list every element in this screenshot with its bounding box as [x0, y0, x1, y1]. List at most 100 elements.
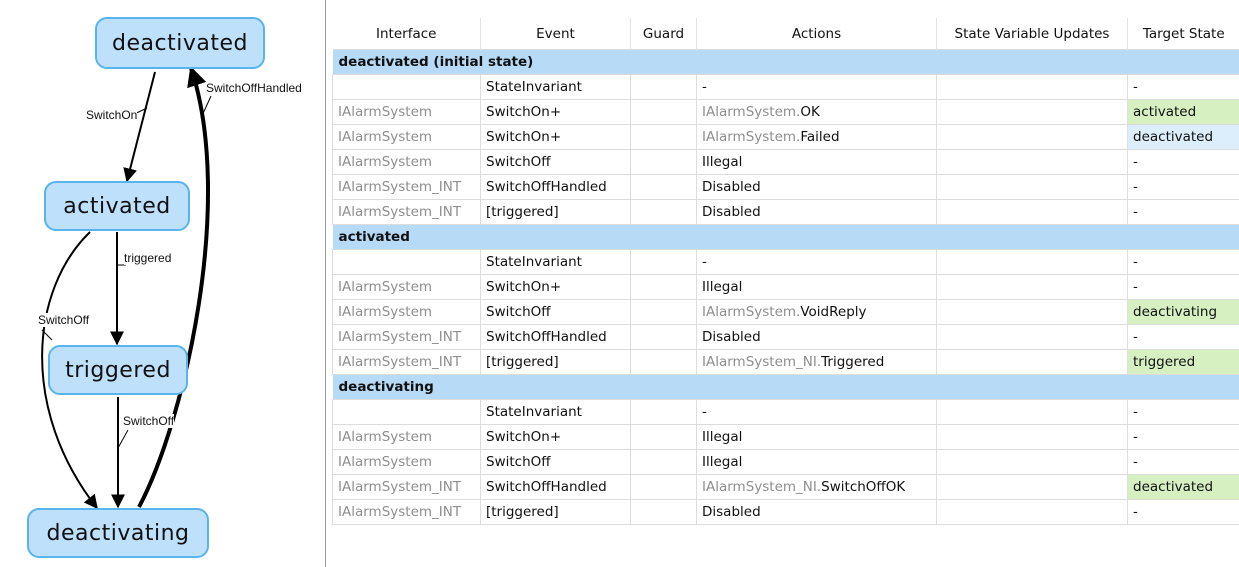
column-header-actions[interactable]: Actions [696, 18, 937, 50]
cell-actions[interactable]: - [696, 74, 937, 100]
cell-guard[interactable] [630, 99, 697, 125]
cell-state-variable-updates[interactable] [936, 324, 1128, 350]
cell-guard[interactable] [630, 249, 697, 275]
cell-state-variable-updates[interactable] [936, 249, 1128, 275]
table-row[interactable]: IAlarmSystem_INT SwitchOffHandled IAlarmSy… [332, 474, 1239, 500]
cell-guard[interactable] [630, 499, 697, 525]
column-header-interface[interactable]: Interface [332, 18, 481, 50]
table-row[interactable]: StateInvariant - - [332, 249, 1239, 275]
cell-state-variable-updates[interactable] [936, 274, 1128, 300]
cell-interface[interactable]: IAlarmSystem [332, 299, 481, 325]
table-row[interactable]: IAlarmSystem SwitchOn+ IAlarmSystem.Failed… [332, 124, 1239, 150]
table-row[interactable]: StateInvariant - - [332, 399, 1239, 425]
table-row[interactable]: StateInvariant - - [332, 74, 1239, 100]
cell-target-state[interactable]: - [1127, 399, 1239, 425]
cell-event[interactable]: [triggered] [480, 499, 631, 525]
table-row[interactable]: IAlarmSystem SwitchOff Illegal - [332, 149, 1239, 175]
cell-event[interactable]: SwitchOn+ [480, 424, 631, 450]
cell-state-variable-updates[interactable] [936, 74, 1128, 100]
cell-state-variable-updates[interactable] [936, 99, 1128, 125]
table-row[interactable]: IAlarmSystem_INT SwitchOffHandled Disabled… [332, 324, 1239, 350]
cell-interface[interactable] [332, 74, 481, 100]
cell-event[interactable]: SwitchOn+ [480, 99, 631, 125]
cell-actions[interactable]: - [696, 249, 937, 275]
cell-event[interactable]: SwitchOn+ [480, 124, 631, 150]
cell-state-variable-updates[interactable] [936, 124, 1128, 150]
cell-state-variable-updates[interactable] [936, 474, 1128, 500]
cell-target-state[interactable]: - [1127, 424, 1239, 450]
cell-target-state[interactable]: - [1127, 324, 1239, 350]
cell-actions[interactable]: - [696, 399, 937, 425]
cell-state-variable-updates[interactable] [936, 424, 1128, 450]
cell-target-state[interactable]: - [1127, 249, 1239, 275]
cell-interface[interactable]: IAlarmSystem [332, 274, 481, 300]
cell-interface[interactable]: IAlarmSystem_INT [332, 324, 481, 350]
cell-event[interactable]: StateInvariant [480, 249, 631, 275]
cell-interface[interactable]: IAlarmSystem [332, 449, 481, 475]
cell-interface[interactable]: IAlarmSystem_INT [332, 499, 481, 525]
state-node-deactivated[interactable]: deactivated [95, 17, 265, 69]
cell-target-state[interactable]: - [1127, 449, 1239, 475]
cell-state-variable-updates[interactable] [936, 349, 1128, 375]
cell-guard[interactable] [630, 74, 697, 100]
cell-interface[interactable] [332, 399, 481, 425]
cell-guard[interactable] [630, 449, 697, 475]
cell-actions[interactable]: Illegal [696, 424, 937, 450]
column-header-state-variable-updates[interactable]: State Variable Updates [936, 18, 1128, 50]
cell-guard[interactable] [630, 349, 697, 375]
table-row[interactable]: IAlarmSystem_INT [triggered] Disabled - [332, 499, 1239, 525]
cell-interface[interactable]: IAlarmSystem_INT [332, 199, 481, 225]
cell-state-variable-updates[interactable] [936, 499, 1128, 525]
cell-interface[interactable]: IAlarmSystem [332, 149, 481, 175]
cell-guard[interactable] [630, 174, 697, 200]
cell-event[interactable]: SwitchOffHandled [480, 324, 631, 350]
table-row[interactable]: IAlarmSystem_INT [triggered] IAlarmSystem_… [332, 349, 1239, 375]
cell-actions[interactable]: IAlarmSystem_NI.Triggered [696, 349, 937, 375]
cell-state-variable-updates[interactable] [936, 399, 1128, 425]
cell-target-state[interactable]: deactivating [1127, 299, 1239, 325]
cell-event[interactable]: SwitchOffHandled [480, 474, 631, 500]
cell-guard[interactable] [630, 199, 697, 225]
cell-interface[interactable] [332, 249, 481, 275]
cell-actions[interactable]: Illegal [696, 274, 937, 300]
state-group-header[interactable]: deactivated (initial state) [332, 49, 1239, 75]
cell-event[interactable]: StateInvariant [480, 399, 631, 425]
cell-target-state[interactable]: - [1127, 199, 1239, 225]
cell-actions[interactable]: IAlarmSystem_NI.SwitchOffOK [696, 474, 937, 500]
table-row[interactable]: IAlarmSystem SwitchOff Illegal - [332, 449, 1239, 475]
cell-state-variable-updates[interactable] [936, 199, 1128, 225]
cell-guard[interactable] [630, 424, 697, 450]
table-row[interactable]: IAlarmSystem SwitchOn+ IAlarmSystem.OK acti… [332, 99, 1239, 125]
column-header-event[interactable]: Event [480, 18, 631, 50]
cell-target-state[interactable]: activated [1127, 99, 1239, 125]
cell-target-state[interactable]: - [1127, 74, 1239, 100]
cell-state-variable-updates[interactable] [936, 449, 1128, 475]
table-row[interactable]: IAlarmSystem SwitchOff IAlarmSystem.VoidRe… [332, 299, 1239, 325]
state-node-triggered[interactable]: triggered [48, 345, 188, 395]
cell-target-state[interactable]: - [1127, 499, 1239, 525]
state-node-activated[interactable]: activated [44, 181, 190, 231]
cell-target-state[interactable]: - [1127, 149, 1239, 175]
cell-state-variable-updates[interactable] [936, 174, 1128, 200]
cell-guard[interactable] [630, 399, 697, 425]
cell-event[interactable]: SwitchOffHandled [480, 174, 631, 200]
cell-actions[interactable]: Disabled [696, 199, 937, 225]
cell-interface[interactable]: IAlarmSystem_INT [332, 174, 481, 200]
cell-target-state[interactable]: triggered [1127, 349, 1239, 375]
cell-state-variable-updates[interactable] [936, 299, 1128, 325]
state-node-deactivating[interactable]: deactivating [27, 508, 209, 558]
cell-guard[interactable] [630, 274, 697, 300]
cell-guard[interactable] [630, 324, 697, 350]
cell-state-variable-updates[interactable] [936, 149, 1128, 175]
cell-actions[interactable]: IAlarmSystem.OK [696, 99, 937, 125]
table-row[interactable]: IAlarmSystem_INT SwitchOffHandled Disabled… [332, 174, 1239, 200]
cell-event[interactable]: SwitchOff [480, 149, 631, 175]
cell-guard[interactable] [630, 149, 697, 175]
cell-target-state[interactable]: deactivated [1127, 124, 1239, 150]
cell-event[interactable]: SwitchOff [480, 449, 631, 475]
state-group-header[interactable]: activated [332, 224, 1239, 250]
table-row[interactable]: IAlarmSystem SwitchOn+ Illegal - [332, 274, 1239, 300]
cell-interface[interactable]: IAlarmSystem_INT [332, 474, 481, 500]
cell-event[interactable]: [triggered] [480, 349, 631, 375]
cell-event[interactable]: SwitchOff [480, 299, 631, 325]
